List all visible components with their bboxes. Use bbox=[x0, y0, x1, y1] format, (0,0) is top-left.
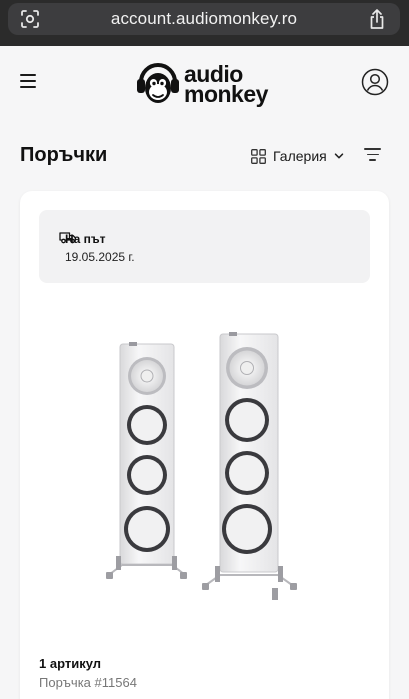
filter-icon[interactable] bbox=[364, 148, 381, 162]
monkey-logo-icon bbox=[137, 63, 179, 103]
product-image[interactable] bbox=[102, 330, 302, 602]
order-number: Поръчка #11564 bbox=[39, 675, 137, 690]
item-count: 1 артикул bbox=[39, 656, 102, 671]
right-speaker bbox=[202, 332, 297, 600]
view-selector[interactable]: Галерия bbox=[251, 146, 344, 166]
order-card[interactable]: На път 19.05.2025 г. 1 артикул Поръчка #… bbox=[20, 191, 389, 699]
grid-icon bbox=[251, 148, 266, 164]
share-icon[interactable] bbox=[368, 8, 386, 30]
logo[interactable]: audio monkey bbox=[134, 58, 276, 110]
view-selector-label: Галерия bbox=[273, 148, 327, 164]
menu-icon[interactable] bbox=[20, 74, 36, 88]
page-title: Поръчки bbox=[20, 144, 108, 166]
url-text[interactable]: account.audiomonkey.ro bbox=[8, 9, 400, 29]
address-bar[interactable]: account.audiomonkey.ro bbox=[8, 3, 400, 35]
logo-text: audio monkey bbox=[184, 61, 268, 107]
left-speaker bbox=[106, 342, 187, 579]
order-date: 19.05.2025 г. bbox=[65, 250, 135, 264]
chevron-down-icon bbox=[334, 153, 343, 159]
order-status: На път bbox=[65, 232, 106, 246]
order-status-panel bbox=[39, 210, 370, 283]
browser-bar: account.audiomonkey.ro bbox=[0, 0, 409, 46]
app-header: audio monkey bbox=[0, 46, 409, 122]
account-icon[interactable] bbox=[361, 68, 389, 96]
